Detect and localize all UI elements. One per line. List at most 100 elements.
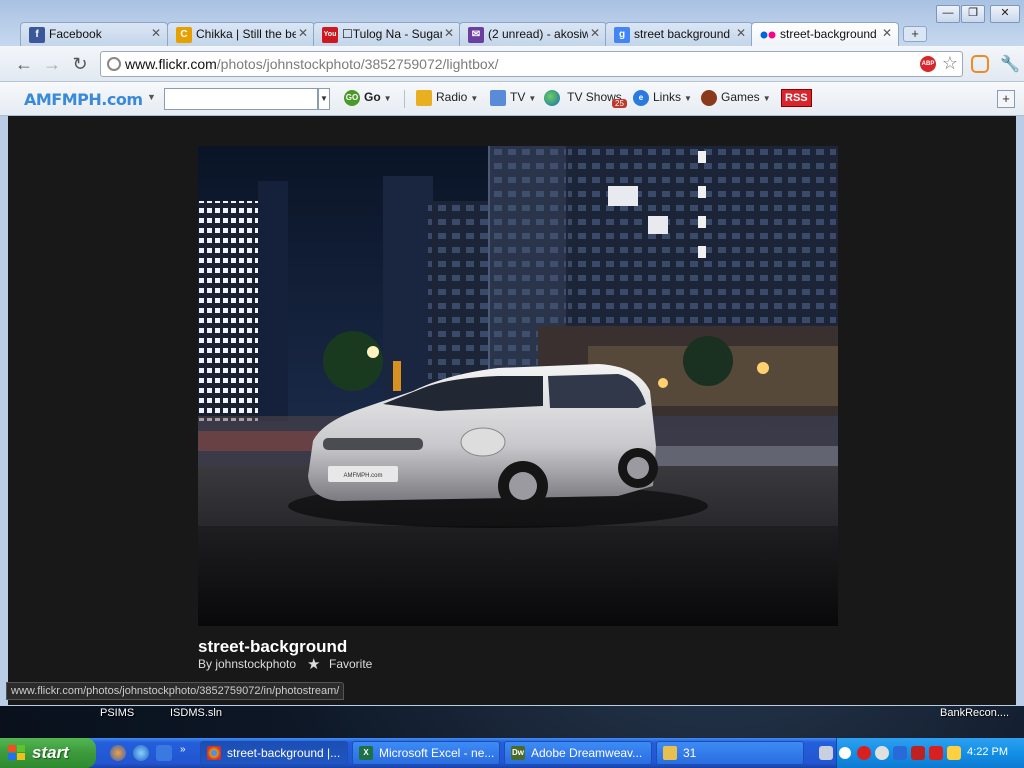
page-icon xyxy=(107,57,121,71)
rss-button[interactable]: RSS xyxy=(781,89,812,107)
task-label: street-background |... xyxy=(227,746,341,760)
task-chrome[interactable]: street-background |... xyxy=(200,741,348,765)
system-tray: 4:22 PM xyxy=(819,738,1024,768)
browser-window: f Facebook ✕ C Chikka | Still the bes ✕ … xyxy=(0,0,1024,706)
search-dropdown-button[interactable]: ▼ xyxy=(318,88,330,110)
excel-icon: X xyxy=(359,746,373,760)
maximize-button[interactable]: ❐ xyxy=(961,5,985,23)
favorite-star-icon[interactable]: ★ xyxy=(307,655,320,673)
task-excel[interactable]: X Microsoft Excel - ne... xyxy=(352,741,500,765)
close-icon[interactable]: ✕ xyxy=(590,26,600,40)
taskbar: start » street-background |... X Microso… xyxy=(0,738,1024,768)
tv-menu[interactable]: TV ▼ xyxy=(490,90,536,106)
minimize-button[interactable]: — xyxy=(936,5,960,23)
network-icon[interactable] xyxy=(875,746,889,760)
close-icon[interactable]: ✕ xyxy=(298,26,308,40)
task-label: Adobe Dreamweav... xyxy=(531,746,643,760)
games-menu[interactable]: Games ▼ xyxy=(701,90,771,106)
status-bar: www.flickr.com/photos/johnstockphoto/385… xyxy=(6,682,345,700)
start-button[interactable]: start xyxy=(0,738,96,768)
close-icon[interactable]: ✕ xyxy=(882,26,892,40)
adblock-icon[interactable]: ABP xyxy=(920,56,936,72)
tvshows-link[interactable]: TV Shows xyxy=(544,90,622,106)
extension-icon[interactable] xyxy=(971,55,989,73)
windows-logo-icon xyxy=(8,745,26,761)
links-label: Links xyxy=(653,90,682,105)
forward-button[interactable]: → xyxy=(42,54,62,74)
folder-icon xyxy=(663,746,677,760)
facebook-icon: f xyxy=(29,27,45,43)
close-window-button[interactable]: ✕ xyxy=(990,5,1020,23)
tvshows-badge: 25 xyxy=(612,99,627,108)
chikka-icon: C xyxy=(176,27,192,43)
firefox-icon[interactable] xyxy=(110,745,126,761)
warning-icon[interactable] xyxy=(929,746,943,760)
lightbox-content: AMFMPH.com street-background By johnstoc… xyxy=(8,116,1016,705)
toolbar-divider xyxy=(404,90,405,108)
display-icon[interactable] xyxy=(893,746,907,760)
mail-icon: ✉ xyxy=(468,27,484,43)
url-path: /photos/johnstockphoto/3852759072/lightb… xyxy=(216,56,499,72)
address-bar[interactable]: www.flickr.com/photos/johnstockphoto/385… xyxy=(100,51,963,77)
tab-label: street-background | xyxy=(780,27,880,41)
new-tab-button[interactable]: + xyxy=(903,26,927,42)
desktop-icon-label[interactable]: PSIMS xyxy=(100,707,134,719)
task-label: 31 xyxy=(683,746,697,760)
antivirus-icon[interactable] xyxy=(857,746,871,760)
tab-chikka[interactable]: C Chikka | Still the bes ✕ xyxy=(167,22,315,46)
tab-label: Facebook xyxy=(49,27,102,41)
tab-label: Chikka | Still the bes xyxy=(196,27,296,41)
toolbar-search-input[interactable] xyxy=(164,88,318,110)
tab-youtube[interactable]: You ☐Tulog Na - Sugarfr ✕ xyxy=(313,22,461,46)
tab-flickr[interactable]: street-background | ✕ xyxy=(751,22,899,47)
desktop-icon-label[interactable]: BankRecon.... xyxy=(940,707,1009,719)
street-photo[interactable]: AMFMPH.com xyxy=(198,146,838,626)
tab-label: street background - xyxy=(634,27,734,41)
security-shield-icon[interactable] xyxy=(911,746,925,760)
radio-menu[interactable]: Radio ▼ xyxy=(416,90,478,106)
favorite-button[interactable]: Favorite xyxy=(329,657,372,671)
tab-facebook[interactable]: f Facebook ✕ xyxy=(20,22,168,46)
photo-byline[interactable]: By johnstockphoto xyxy=(198,657,296,671)
toolbar-brand[interactable]: AMFMPH.com xyxy=(24,90,143,109)
close-icon[interactable]: ✕ xyxy=(444,26,454,40)
desktop-icon-label[interactable]: ISDMS.sln xyxy=(170,707,222,719)
add-button[interactable]: + xyxy=(997,90,1015,108)
start-label: start xyxy=(32,743,69,762)
url-host: www.flickr.com xyxy=(125,56,217,72)
tab-label: ☐Tulog Na - Sugarfr xyxy=(342,27,442,41)
google-icon: g xyxy=(614,27,630,43)
chevron-down-icon[interactable]: ▼ xyxy=(147,92,156,102)
task-label: Microsoft Excel - ne... xyxy=(379,746,495,760)
navigation-toolbar: ← → ↻ www.flickr.com/photos/johnstockpho… xyxy=(0,46,1024,82)
show-desktop-icon[interactable] xyxy=(156,745,172,761)
chevron-left-icon[interactable] xyxy=(839,747,851,759)
close-icon[interactable]: ✕ xyxy=(736,26,746,40)
bookmark-star-icon[interactable]: ☆ xyxy=(942,53,958,74)
task-folder[interactable]: 31 xyxy=(656,741,804,765)
pen-icon[interactable] xyxy=(819,746,833,760)
close-icon[interactable]: ✕ xyxy=(151,26,161,40)
task-dreamweaver[interactable]: Dw Adobe Dreamweav... xyxy=(504,741,652,765)
reload-button[interactable]: ↻ xyxy=(70,54,90,74)
notification-icon[interactable] xyxy=(947,746,961,760)
tab-mail[interactable]: ✉ (2 unread) - akosiwa ✕ xyxy=(459,22,607,46)
amfmph-toolbar: AMFMPH.com ▼ ▼ GO Go ▼ Radio ▼ TV ▼ TV Shows… xyxy=(0,82,1024,116)
links-icon: e xyxy=(633,90,649,106)
clock[interactable]: 4:22 PM xyxy=(967,746,1008,758)
radio-icon xyxy=(416,90,432,106)
go-button[interactable]: GO Go ▼ xyxy=(344,90,392,106)
wrench-menu-icon[interactable]: 🔧 xyxy=(1000,54,1020,74)
tab-google[interactable]: g street background - ✕ xyxy=(605,22,753,46)
youtube-icon: You xyxy=(322,27,338,43)
more-chevron-icon[interactable]: » xyxy=(180,744,186,755)
radio-label: Radio xyxy=(436,90,468,105)
go-icon: GO xyxy=(344,90,360,106)
football-icon xyxy=(701,90,717,106)
back-button[interactable]: ← xyxy=(14,54,34,74)
tab-strip: f Facebook ✕ C Chikka | Still the bes ✕ … xyxy=(0,0,1024,47)
license-plate-text: AMFMPH.com xyxy=(344,473,383,479)
ie-icon[interactable] xyxy=(133,745,149,761)
links-menu[interactable]: e Links ▼ xyxy=(633,90,692,106)
flickr-icon xyxy=(760,27,776,43)
